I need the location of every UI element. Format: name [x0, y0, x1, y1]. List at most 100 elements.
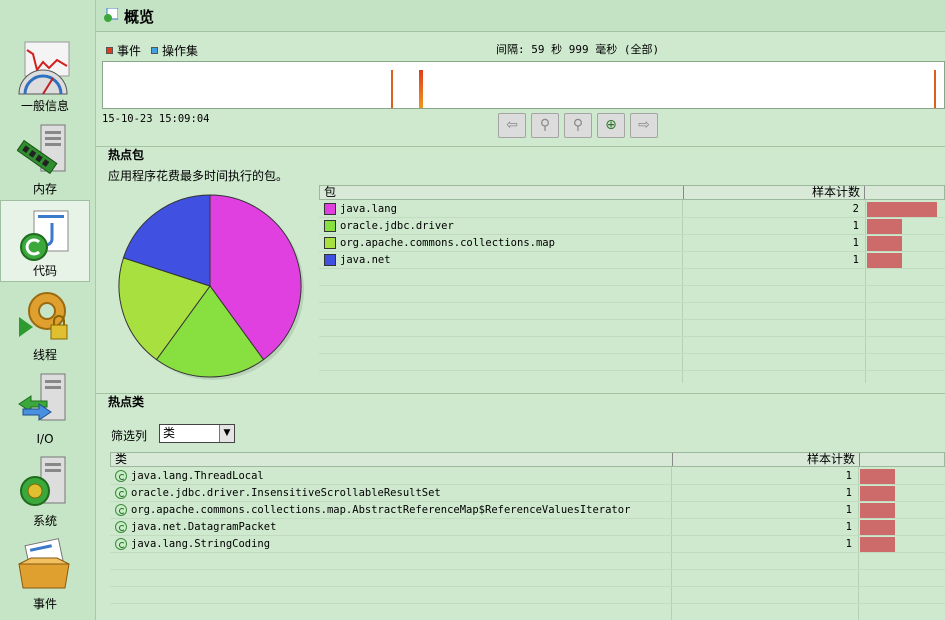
table-row[interactable]: java.lang 2	[319, 201, 945, 218]
filter-column-select[interactable]: 类 ▼	[159, 424, 235, 443]
sidebar-item-label: 一般信息	[20, 99, 69, 113]
table-row[interactable]: java.net.DatagramPacket 1	[110, 519, 945, 536]
empty-table-row	[110, 604, 945, 620]
sidebar-item-label: 内存	[32, 182, 57, 196]
class-name: oracle.jdbc.driver.InsensitiveScrollable…	[131, 487, 441, 499]
class-name: java.net.DatagramPacket	[131, 521, 277, 533]
hot-packages-pie-chart	[116, 190, 311, 385]
class-icon	[115, 538, 127, 550]
page-title: 概览	[124, 8, 155, 26]
sample-count-bar	[867, 219, 902, 234]
class-name: java.lang.StringCoding	[131, 538, 271, 550]
sidebar-item-code[interactable]: 代码	[0, 200, 90, 282]
package-name: org.apache.commons.collections.map	[340, 237, 555, 249]
empty-table-row	[319, 354, 945, 371]
package-name: java.lang	[340, 203, 397, 215]
package-color-swatch	[324, 237, 336, 249]
sample-count: 1	[845, 504, 852, 516]
hot-packages-table: 包 样本计数 java.lang 2 oracle.jdbc.driver 1 org.…	[319, 185, 945, 385]
table-row[interactable]: java.net 1	[319, 252, 945, 269]
sample-count-bar	[860, 503, 895, 518]
sample-count: 1	[845, 521, 852, 533]
sample-count: 1	[852, 220, 859, 232]
page-header: 概览	[96, 0, 945, 32]
sidebar-item-label: 线程	[32, 348, 57, 362]
sample-count-bar	[860, 469, 895, 484]
empty-table-row	[110, 570, 945, 587]
sidebar-item-memory[interactable]: 内存	[0, 117, 90, 199]
timeline-range-chart[interactable]	[102, 61, 945, 109]
sidebar-item-io[interactable]: I/O	[0, 366, 90, 448]
forward-arrow-icon[interactable]: ⇨	[630, 113, 658, 138]
package-name: java.net	[340, 254, 391, 266]
package-color-swatch	[324, 254, 336, 266]
back-arrow-icon[interactable]: ⇦	[498, 113, 526, 138]
zoom-in-icon[interactable]: ⊕	[597, 113, 625, 138]
operation-set-color-swatch	[151, 47, 158, 54]
sidebar-item-threads[interactable]: 线程	[0, 283, 90, 365]
table-row[interactable]: oracle.jdbc.driver 1	[319, 218, 945, 235]
empty-table-row	[319, 303, 945, 320]
io-transfer-icon	[18, 373, 66, 421]
class-name: org.apache.commons.collections.map.Abstr…	[131, 504, 631, 516]
sidebar-item-label: 系统	[32, 514, 57, 528]
pie-chart-svg	[118, 194, 304, 380]
sample-count: 1	[845, 538, 852, 550]
sample-count-bar	[860, 520, 895, 535]
threads-gear-icon	[19, 292, 68, 340]
zoom-fit-icon[interactable]: ⚲	[564, 113, 592, 138]
hot-packages-description: 应用程序花费最多时间执行的包。	[108, 169, 289, 183]
event-tick	[419, 70, 423, 108]
sidebar-item-general[interactable]: 一般信息	[0, 34, 90, 116]
class-icon	[115, 470, 127, 482]
interval-readout: 间隔: 59 秒 999 毫秒 (全部)	[496, 43, 660, 56]
class-icon	[115, 521, 127, 533]
sample-count: 1	[852, 254, 859, 266]
empty-table-row	[319, 337, 945, 354]
sidebar-item-events[interactable]: 事件	[0, 532, 90, 614]
sample-count: 1	[845, 487, 852, 499]
system-icon	[20, 456, 66, 506]
sample-count-bar	[860, 486, 895, 501]
code-icon	[20, 210, 69, 261]
sidebar-item-system[interactable]: 系统	[0, 449, 90, 531]
sample-count-bar	[860, 537, 895, 552]
sidebar-item-label: I/O	[36, 432, 54, 446]
table-row[interactable]: java.lang.StringCoding 1	[110, 536, 945, 553]
class-icon	[115, 504, 127, 516]
table-row[interactable]: oracle.jdbc.driver.InsensitiveScrollable…	[110, 485, 945, 502]
table-row[interactable]: java.lang.ThreadLocal 1	[110, 468, 945, 485]
sidebar-item-label: 代码	[32, 264, 57, 278]
empty-table-row	[319, 286, 945, 303]
zoom-out-icon[interactable]: ⚲	[531, 113, 559, 138]
column-header-count[interactable]: 样本计数	[683, 186, 865, 199]
dropdown-arrow-icon[interactable]: ▼	[219, 425, 234, 442]
sample-count: 2	[852, 203, 859, 215]
column-header-class[interactable]: 类	[115, 453, 672, 466]
table-row[interactable]: org.apache.commons.collections.map.Abstr…	[110, 502, 945, 519]
sample-count: 1	[852, 237, 859, 249]
events-color-swatch	[106, 47, 113, 54]
hot-packages-title: 热点包	[96, 146, 945, 163]
filter-label: 筛选列	[111, 429, 148, 443]
events-box-icon	[18, 538, 70, 589]
empty-table-row	[319, 320, 945, 337]
sidebar-item-label: 事件	[32, 597, 57, 611]
timeline-start-timestamp: 15-10-23 15:09:04	[102, 113, 210, 125]
event-tick	[391, 70, 393, 108]
overview-icon	[104, 8, 118, 22]
package-name: oracle.jdbc.driver	[340, 220, 454, 232]
empty-table-row	[319, 269, 945, 286]
gauge-chart-icon	[18, 41, 70, 95]
table-row[interactable]: org.apache.commons.collections.map 1	[319, 235, 945, 252]
package-color-swatch	[324, 220, 336, 232]
column-header-count[interactable]: 样本计数	[672, 453, 860, 466]
hot-classes-table: 类 样本计数 java.lang.ThreadLocal 1 oracle.jdbc…	[110, 452, 945, 620]
overview-panel: 概览 事件 操作集 间隔: 59 秒 999 毫秒 (全部) 15-10-23 …	[96, 0, 945, 620]
column-header-package[interactable]: 包	[324, 186, 683, 199]
package-color-swatch	[324, 203, 336, 215]
table-header: 包 样本计数	[319, 185, 945, 200]
event-tick	[934, 70, 936, 108]
sidebar: 一般信息 内存 代码 线程 I/O 系统 事件	[0, 0, 96, 620]
legend-events: 事件	[106, 42, 141, 59]
